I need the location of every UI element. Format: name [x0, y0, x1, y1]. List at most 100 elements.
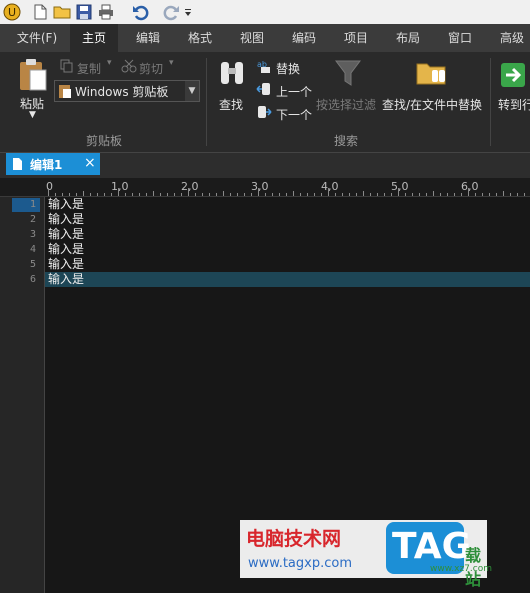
ruler-tick [83, 191, 84, 196]
ruler-tick [517, 193, 518, 196]
tab-window[interactable]: 窗口 [436, 24, 484, 52]
ruler-tick [104, 193, 105, 196]
print-icon[interactable] [97, 3, 115, 21]
ruler-tick [279, 193, 280, 196]
line-number-gutter: 1 2 3 4 5 6 [0, 197, 45, 593]
ruler-tick [258, 188, 259, 196]
clipboard-select[interactable]: Windows 剪贴板 ▼ [54, 80, 200, 102]
customize-dropdown-icon[interactable] [183, 3, 193, 21]
editor-line[interactable]: 输入是 [48, 227, 84, 242]
folder-search-icon [416, 58, 448, 91]
goto-line-button[interactable]: 转到行 [498, 58, 530, 118]
ruler-tick [216, 193, 217, 196]
ruler-tick [132, 193, 133, 196]
ruler-tick [335, 193, 336, 196]
group-divider [490, 58, 491, 146]
find-button[interactable]: 查找 [214, 58, 250, 118]
editor-line[interactable]: 输入是 [48, 257, 84, 272]
ruler-tick [496, 193, 497, 196]
replace-icon: ab [256, 58, 272, 77]
editor-line[interactable]: 输入是 [48, 197, 84, 212]
editor-line[interactable]: 输入是 [48, 242, 84, 257]
ruler-tick [237, 193, 238, 196]
ruler-tick [230, 193, 231, 196]
find-in-files-label: 查找/在文件中替换 [382, 98, 483, 112]
tab-layout[interactable]: 布局 [384, 24, 432, 52]
ruler-tick [265, 193, 266, 196]
current-line-highlight [45, 272, 530, 287]
copy-button[interactable]: 复制 [77, 60, 101, 77]
ruler-label: 5,0 [391, 180, 409, 193]
search-group-label: 搜索 [334, 134, 359, 148]
ruler-tick [489, 193, 490, 196]
close-tab-icon[interactable]: × [84, 155, 96, 171]
ruler-tick [363, 191, 364, 196]
ruler-tick [370, 193, 371, 196]
filter-by-selection-button[interactable]: 按选择过滤 [316, 58, 380, 118]
editor-line[interactable]: 输入是 [48, 212, 84, 227]
find-prev-button[interactable]: 上一个 [276, 83, 312, 100]
ruler-tick [384, 193, 385, 196]
tab-edit[interactable]: 编辑 [124, 24, 172, 52]
ruler-tick [342, 193, 343, 196]
ruler-tick [62, 193, 63, 196]
app-logo-icon: U [3, 3, 21, 21]
copy-dropdown-icon[interactable]: ▾ [107, 58, 112, 68]
ruler-tick [153, 191, 154, 196]
ruler-tick [328, 188, 329, 196]
document-icon [12, 157, 23, 174]
ruler-tick [377, 193, 378, 196]
ruler-tick [321, 193, 322, 196]
undo-icon[interactable] [131, 3, 149, 21]
ruler-tick [300, 193, 301, 196]
find-prev-icon [256, 81, 272, 100]
tab-project[interactable]: 项目 [332, 24, 380, 52]
tab-advanced[interactable]: 高级 [488, 24, 530, 52]
line-number: 1 [29, 199, 36, 210]
ruler-label: 2,0 [181, 180, 199, 193]
find-next-button[interactable]: 下一个 [276, 106, 312, 123]
tab-home[interactable]: 主页 [70, 24, 118, 52]
cut-dropdown-icon[interactable]: ▾ [169, 58, 174, 68]
ruler-tick [48, 188, 49, 196]
ruler-tick [202, 193, 203, 196]
cut-button[interactable]: 剪切 [139, 60, 163, 77]
ruler-tick [174, 193, 175, 196]
find-label: 查找 [219, 98, 244, 112]
ruler-tick [307, 193, 308, 196]
replace-button[interactable]: 替换 [276, 60, 300, 77]
scissors-icon [121, 59, 137, 76]
paste-button[interactable]: 粘贴 ▼ [12, 58, 52, 128]
goto-arrow-icon [500, 62, 526, 91]
tab-format[interactable]: 格式 [176, 24, 224, 52]
redo-icon[interactable] [163, 3, 181, 21]
ruler-tick [97, 193, 98, 196]
ruler-tick [272, 193, 273, 196]
save-icon[interactable] [75, 3, 93, 21]
ruler-tick [125, 193, 126, 196]
ruler-tick [160, 193, 161, 196]
tab-encoding[interactable]: 编码 [280, 24, 328, 52]
ruler-tick [188, 188, 189, 196]
document-tab[interactable]: 编辑1 × [6, 153, 100, 175]
clipboard-icon [16, 58, 48, 95]
watermark-url: www.tagxp.com [248, 556, 352, 571]
editor-line[interactable]: 输入是 [48, 272, 84, 287]
svg-text:U: U [8, 6, 16, 19]
line-number: 3 [29, 229, 36, 240]
clipboard-small-icon [58, 83, 72, 102]
ruler-tick [146, 193, 147, 196]
tab-view[interactable]: 视图 [228, 24, 276, 52]
new-file-icon[interactable] [31, 3, 49, 21]
ruler-tick [139, 193, 140, 196]
ruler-tick [349, 193, 350, 196]
find-in-files-button[interactable]: 查找/在文件中替换 [382, 58, 486, 118]
binoculars-icon [218, 58, 246, 91]
copy-icon [60, 59, 74, 76]
select-arrow-icon: ▼ [185, 81, 199, 101]
tab-file[interactable]: 文件(F) [8, 24, 66, 52]
line-number: 5 [29, 259, 36, 270]
watermark: 电脑技术网 www.tagxp.com TAG 载站 www.xz7.com [240, 520, 492, 589]
open-folder-icon[interactable] [53, 3, 71, 21]
menu-bar: 文件(F) 主页 编辑 格式 视图 编码 项目 布局 窗口 高级 [0, 24, 530, 52]
